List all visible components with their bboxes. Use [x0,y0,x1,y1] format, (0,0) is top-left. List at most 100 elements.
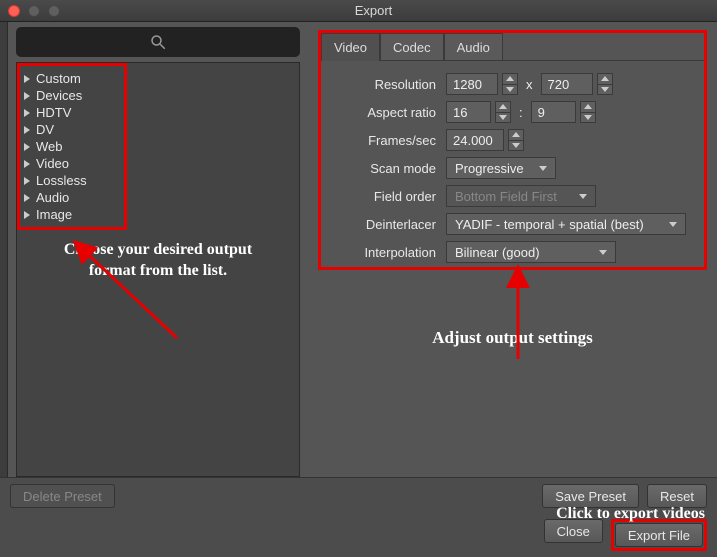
aspect-label: Aspect ratio [331,105,446,120]
preset-item-devices[interactable]: Devices [22,87,122,104]
preset-item-image[interactable]: Image [22,206,122,223]
preset-label: Video [36,156,69,171]
dialog-footer: Delete Preset Save Preset Reset Click to… [0,477,717,557]
interpolation-label: Interpolation [331,245,446,260]
settings-panel: Video Codec Audio Resolution x [308,22,717,477]
video-settings: Resolution x Aspect ratio [321,61,704,275]
fps-spinner[interactable] [508,129,524,151]
scanmode-dropdown[interactable]: Progressive [446,157,556,179]
chevron-right-icon [24,109,30,117]
preset-list: Custom Devices HDTV DV Web [16,62,300,477]
aspect-height-spinner[interactable] [580,101,596,123]
tab-label: Audio [457,40,490,55]
fps-input[interactable] [446,129,504,151]
aspect-separator: : [515,105,527,120]
spinner-down-icon[interactable] [509,140,523,151]
chevron-right-icon [24,75,30,83]
spinner-down-icon[interactable] [496,112,510,123]
window-controls [8,5,60,17]
fieldorder-value: Bottom Field First [455,189,557,204]
search-icon [149,33,167,51]
tab-strip-spacer [503,33,704,61]
annotation-left-text: Choose your desired output format from t… [17,230,299,292]
spinner-up-icon[interactable] [598,74,612,84]
window-title: Export [60,3,687,18]
deinterlacer-dropdown[interactable]: YADIF - temporal + spatial (best) [446,213,686,235]
chevron-down-icon [539,166,547,171]
close-window-button[interactable] [8,5,20,17]
chevron-down-icon [579,194,587,199]
export-file-button[interactable]: Export File [615,523,703,547]
spinner-up-icon[interactable] [503,74,517,84]
annotation-arrow-right [458,264,578,364]
chevron-right-icon [24,160,30,168]
preset-item-custom[interactable]: Custom [22,70,122,87]
tab-codec[interactable]: Codec [380,33,444,61]
preset-label: Lossless [36,173,87,188]
spinner-down-icon[interactable] [503,84,517,95]
scanmode-value: Progressive [455,161,524,176]
fps-label: Frames/sec [331,133,446,148]
action-buttons: Close Export File [544,519,707,551]
deinterlacer-label: Deinterlacer [331,217,446,232]
settings-highlight: Video Codec Audio Resolution x [318,30,707,270]
fieldorder-control: Bottom Field First [446,185,694,207]
aspect-height-input[interactable] [531,101,576,123]
spinner-up-icon[interactable] [509,130,523,140]
interpolation-dropdown[interactable]: Bilinear (good) [446,241,616,263]
spinner-up-icon[interactable] [581,102,595,112]
preset-item-audio[interactable]: Audio [22,189,122,206]
footer-row-bottom: Close Export File [10,519,707,551]
deinterlacer-value: YADIF - temporal + spatial (best) [455,217,644,232]
minimize-window-button[interactable] [28,5,40,17]
preset-item-web[interactable]: Web [22,138,122,155]
annotation-bottom-text: Click to export videos [556,505,705,523]
spinner-up-icon[interactable] [496,102,510,112]
preset-item-hdtv[interactable]: HDTV [22,104,122,121]
maximize-window-button[interactable] [48,5,60,17]
chevron-right-icon [24,211,30,219]
scanmode-label: Scan mode [331,161,446,176]
export-highlight: Export File [611,519,707,551]
fieldorder-dropdown: Bottom Field First [446,185,596,207]
chevron-right-icon [24,143,30,151]
tab-label: Codec [393,40,431,55]
resolution-separator: x [522,77,537,92]
aspect-control: : [446,101,694,123]
interpolation-control: Bilinear (good) [446,241,694,263]
preset-label: Devices [36,88,82,103]
preset-label: DV [36,122,54,137]
tabs: Video Codec Audio [321,33,704,61]
resolution-width-input[interactable] [446,73,498,95]
fps-control [446,129,694,151]
resolution-label: Resolution [331,77,446,92]
delete-preset-button: Delete Preset [10,484,115,508]
resolution-width-spinner[interactable] [502,73,518,95]
resolution-height-input[interactable] [541,73,593,95]
spinner-down-icon[interactable] [581,112,595,123]
chevron-right-icon [24,92,30,100]
presets-panel: Custom Devices HDTV DV Web [8,22,308,477]
tab-video[interactable]: Video [321,33,380,61]
chevron-right-icon [24,177,30,185]
annotation-right-text: Adjust output settings [318,328,707,348]
preset-list-highlight: Custom Devices HDTV DV Web [17,63,127,230]
spinner-down-icon[interactable] [598,84,612,95]
aspect-width-spinner[interactable] [495,101,511,123]
preset-item-video[interactable]: Video [22,155,122,172]
tab-label: Video [334,40,367,55]
preset-item-dv[interactable]: DV [22,121,122,138]
scanmode-control: Progressive [446,157,694,179]
preset-label: Audio [36,190,69,205]
resolution-height-spinner[interactable] [597,73,613,95]
preset-label: HDTV [36,105,71,120]
preset-label: Custom [36,71,81,86]
preset-search[interactable] [16,27,300,57]
preset-item-lossless[interactable]: Lossless [22,172,122,189]
title-bar: Export [0,0,717,22]
tab-audio[interactable]: Audio [444,33,503,61]
chevron-down-icon [669,222,677,227]
aspect-width-input[interactable] [446,101,491,123]
interpolation-value: Bilinear (good) [455,245,540,260]
deinterlacer-control: YADIF - temporal + spatial (best) [446,213,694,235]
